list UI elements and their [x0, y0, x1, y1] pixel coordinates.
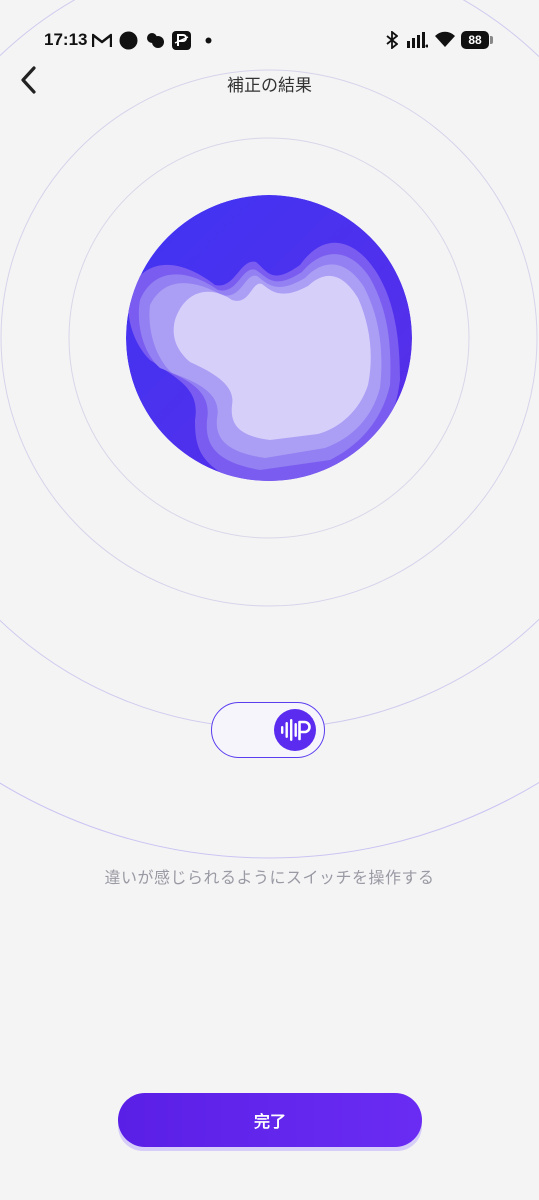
- done-button-wrap: 完了: [118, 1093, 422, 1151]
- circle-icon: [119, 31, 138, 50]
- orb-layer-4: [173, 275, 371, 440]
- audio-wave-p-icon: [281, 719, 311, 741]
- sound-orb: [126, 195, 412, 481]
- battery-icon: 88: [461, 31, 489, 49]
- orb-layer-3: [149, 264, 382, 458]
- done-button[interactable]: 完了: [118, 1093, 422, 1147]
- status-bar: 17:13 88: [0, 0, 539, 80]
- enhancement-toggle[interactable]: [211, 702, 325, 758]
- orb-layer-2: [138, 254, 391, 470]
- cloud-chat-icon: [147, 33, 164, 48]
- background-rings: [0, 0, 539, 859]
- battery-level: 88: [468, 33, 482, 47]
- bluetooth-icon: [386, 31, 398, 49]
- wifi-icon: [435, 31, 455, 47]
- signal-icon: [407, 32, 428, 48]
- gmail-icon: [92, 33, 112, 47]
- orb-layer-1: [128, 242, 400, 481]
- toggle-knob[interactable]: [274, 709, 316, 751]
- battery-tip: [490, 36, 493, 44]
- paypay-icon: [172, 31, 191, 50]
- status-time: 17:13: [44, 30, 88, 49]
- page-title: 補正の結果: [227, 76, 312, 96]
- dot-icon: [205, 37, 212, 44]
- instruction-text: 違いが感じられるようにスイッチを操作する: [104, 868, 435, 887]
